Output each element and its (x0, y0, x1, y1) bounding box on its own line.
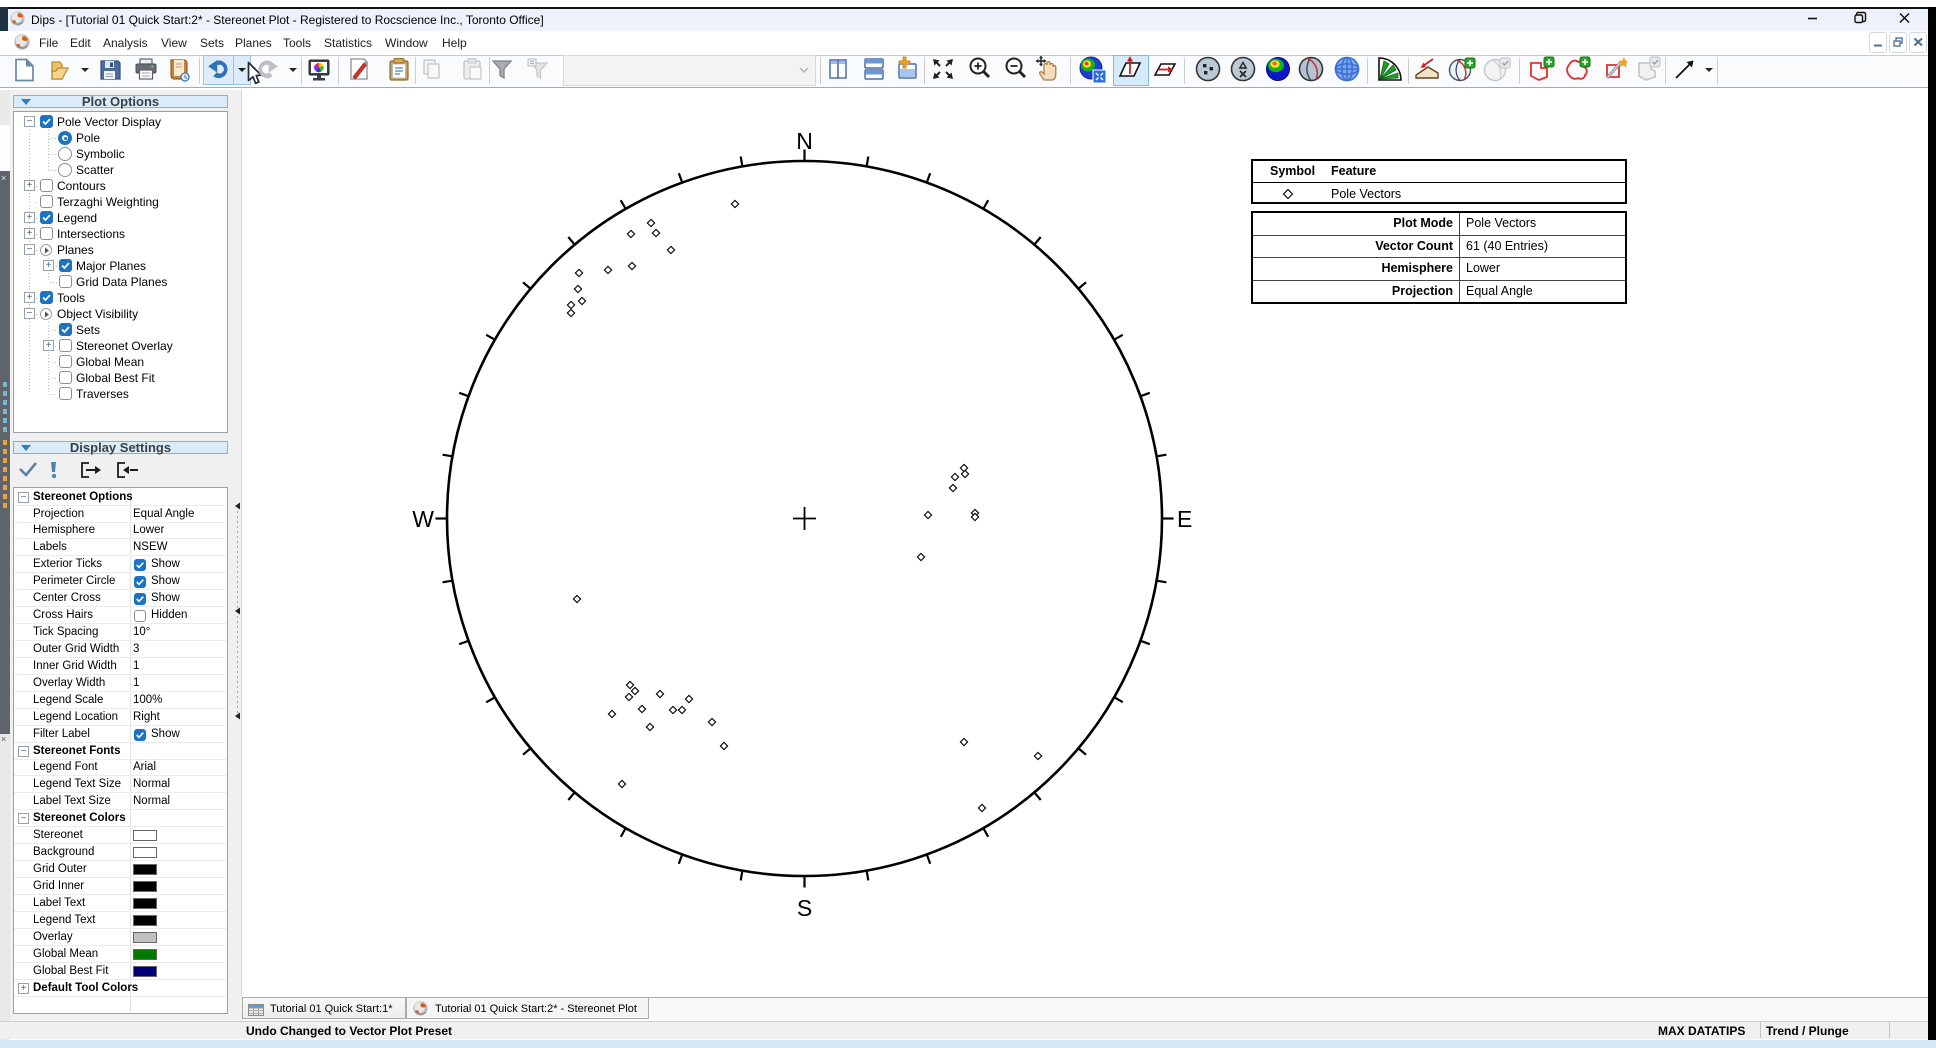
svg-text:N: N (796, 128, 813, 154)
svg-text:W: W (412, 506, 434, 532)
svg-text:S: S (797, 895, 812, 921)
svg-text:E: E (1177, 506, 1192, 532)
